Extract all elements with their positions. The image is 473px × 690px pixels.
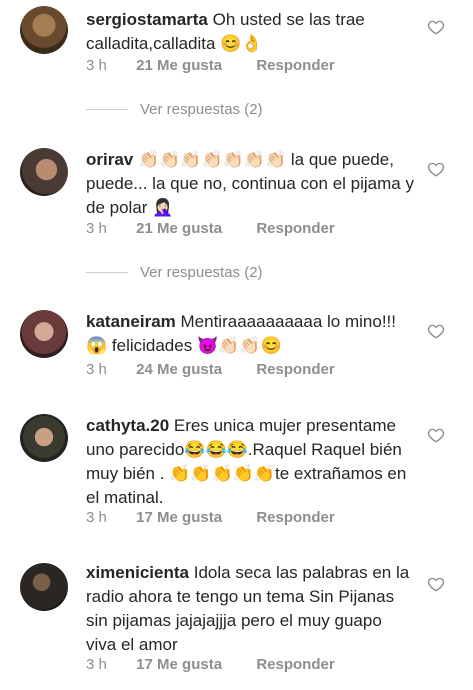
comment-body: 👏🏻👏🏻👏🏻👏🏻👏🏻👏🏻👏🏻 la que puede, puede... la… (86, 150, 414, 217)
likes-count[interactable]: 21 Me gusta (136, 57, 252, 74)
comment-username[interactable]: sergiostamarta (86, 10, 208, 29)
avatar[interactable] (20, 310, 68, 358)
avatar[interactable] (20, 414, 68, 462)
divider (86, 272, 128, 273)
comment-time: 3 h (86, 220, 107, 237)
avatar[interactable] (20, 6, 68, 54)
likes-count[interactable]: 17 Me gusta (136, 509, 252, 526)
heart-icon[interactable] (427, 160, 445, 178)
heart-icon[interactable] (427, 426, 445, 444)
view-replies-label[interactable]: Ver respuestas (2) (140, 264, 263, 281)
heart-icon[interactable] (427, 322, 445, 340)
comment-meta: 3 h 17 Me gusta Responder (86, 656, 335, 673)
view-replies-label[interactable]: Ver respuestas (2) (140, 101, 263, 118)
comment-meta: 3 h 21 Me gusta Responder (86, 57, 335, 74)
comment-time: 3 h (86, 57, 107, 74)
heart-icon[interactable] (427, 575, 445, 593)
comment-username[interactable]: ximenicienta (86, 563, 189, 582)
likes-count[interactable]: 24 Me gusta (136, 361, 252, 378)
comment-time: 3 h (86, 656, 107, 673)
heart-icon[interactable] (427, 18, 445, 36)
reply-button[interactable]: Responder (256, 509, 334, 526)
reply-button[interactable]: Responder (256, 220, 334, 237)
view-replies-button[interactable]: Ver respuestas (2) (86, 264, 263, 281)
comment-text: ximenicienta Idola seca las palabras en … (86, 561, 416, 657)
reply-button[interactable]: Responder (256, 57, 334, 74)
reply-button[interactable]: Responder (256, 361, 334, 378)
comment-username[interactable]: orirav (86, 150, 133, 169)
comment-meta: 3 h 17 Me gusta Responder (86, 509, 335, 526)
comment-time: 3 h (86, 361, 107, 378)
avatar[interactable] (20, 563, 68, 611)
view-replies-button[interactable]: Ver respuestas (2) (86, 101, 263, 118)
comment-meta: 3 h 21 Me gusta Responder (86, 220, 335, 237)
comment-username[interactable]: cathyta.20 (86, 416, 169, 435)
avatar[interactable] (20, 148, 68, 196)
comment-text: cathyta.20 Eres unica mujer presentame u… (86, 414, 416, 510)
comment-text: sergiostamarta Oh usted se las trae call… (86, 8, 416, 56)
comment-username[interactable]: kataneiram (86, 312, 176, 331)
comment-text: kataneiram Mentiraaaaaaaaaa lo mino!!! 😱… (86, 310, 416, 358)
comment-text: orirav 👏🏻👏🏻👏🏻👏🏻👏🏻👏🏻👏🏻 la que puede, pued… (86, 148, 416, 220)
likes-count[interactable]: 17 Me gusta (136, 656, 252, 673)
comment-meta: 3 h 24 Me gusta Responder (86, 361, 335, 378)
comment-time: 3 h (86, 509, 107, 526)
likes-count[interactable]: 21 Me gusta (136, 220, 252, 237)
reply-button[interactable]: Responder (256, 656, 334, 673)
divider (86, 109, 128, 110)
